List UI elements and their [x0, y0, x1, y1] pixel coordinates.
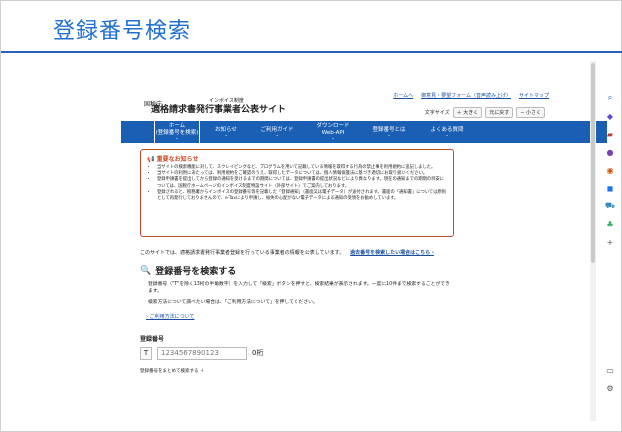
tree-icon[interactable]: ♣ [600, 215, 620, 233]
briefcase-icon[interactable]: ▰ [600, 125, 620, 143]
browser-viewport: 国税庁 インボイス制度 適格請求書発行事業者公表サイト ホームへ 御意見・要望フ… [91, 61, 621, 421]
bulk-search-toggle[interactable]: 登録番号をまとめて検索する ＋ [140, 368, 454, 374]
add-icon[interactable]: + [600, 233, 620, 251]
feedback-link[interactable]: 御意見・要望フォーム（音声読み上げ） [421, 92, 511, 99]
search-help-text: 検索方法について調べたい場合は、「ご利用方法について」を押してください。 [148, 300, 318, 306]
nav-faq[interactable]: よくある質問 ⌄ [419, 121, 475, 143]
usage-link[interactable]: › ご利用方法について [140, 313, 454, 320]
top-links: ホームへ 御意見・要望フォーム（音声読み上げ） サイトマップ [393, 92, 549, 99]
digit-count: 0桁 [252, 349, 264, 358]
outlook-icon[interactable]: ◼ [600, 179, 620, 197]
tag-icon[interactable]: ◆ [600, 107, 620, 125]
nav-home[interactable]: ホーム (登録番号を検索) ⌄ [154, 121, 200, 143]
font-bigger-button[interactable]: ＋ 大きく [452, 107, 483, 118]
cart-icon[interactable]: ⛟ [600, 197, 620, 215]
chevron-down-icon: ⌄ [445, 131, 449, 137]
layout-icon[interactable]: ▭ [600, 361, 620, 379]
font-smaller-button[interactable]: − 小さく [516, 107, 545, 118]
main-nav: ホーム (登録番号を検索) ⌄ お知らせ ⌄ ご利用ガイド ⌄ ダウンロード W… [121, 121, 607, 143]
notice-item: 登録申請書を提出してから登録の通知を受けるまでの期間については、登録申請書の提出… [157, 177, 447, 189]
people-icon[interactable]: ● [600, 143, 620, 161]
search-heading: 🔍 登録番号を検索する [140, 264, 454, 278]
notice-title-text: 重要なお知らせ [156, 156, 199, 163]
nav-about-number[interactable]: 登録番号とは ⌄ [363, 121, 415, 143]
chevron-down-icon: ⌄ [387, 131, 391, 137]
page-scrollbar[interactable] [590, 61, 596, 421]
search-icon: 🔍 [140, 265, 152, 276]
search-heading-text: 登録番号を検索する [155, 267, 237, 277]
notice-title: 📢 重要なお知らせ [147, 154, 447, 163]
font-reset-button[interactable]: 元に戻す [485, 107, 514, 118]
scrollbar-thumb[interactable] [591, 63, 595, 263]
megaphone-icon: 📢 [147, 156, 155, 163]
intro-row: このサイトでは、適格請求書発行事業者登録を行っている事業者の情報を公表しています… [140, 249, 454, 256]
gear-icon[interactable]: ⚙ [600, 379, 620, 397]
slide-title: 登録番号検索 [53, 19, 192, 44]
nav-news[interactable]: お知らせ ⌄ [204, 121, 248, 143]
search-icon[interactable]: ⌕ [600, 89, 620, 107]
side-toolbar: ⌕ ◆ ▰ ● ◉ ◼ ⛟ ♣ + ▭ ⚙ [600, 89, 620, 409]
title-divider [1, 51, 622, 53]
past-number-link[interactable]: 過去番号を検索したい場合はこちら › [350, 249, 434, 256]
font-size-label: 文字サイズ [424, 110, 450, 116]
t-prefix: T [140, 346, 152, 360]
intro-text: このサイトでは、適格請求書発行事業者登録を行っている事業者の情報を公表しています… [140, 250, 345, 256]
usage-link-text: ご利用方法について [149, 313, 195, 320]
chevron-down-icon: ⌄ [331, 135, 335, 141]
notice-item: 登録されると、税務署からインボイスの登録番号等を記載した「登録通知」（書面又は電… [157, 190, 447, 202]
important-notice: 📢 重要なお知らせ 当サイトの検索機能に対して、スクレイピングなど、プログラムを… [140, 149, 454, 237]
font-size-control: 文字サイズ ＋ 大きく 元に戻す − 小さく [425, 107, 545, 118]
site-title[interactable]: 適格請求書発行事業者公表サイト [151, 102, 286, 115]
search-description: 登録番号（"T"を除く13桁の半角数字）を入力して「検索」ボタンを押すと、検索結… [148, 282, 450, 295]
nav-download[interactable]: ダウンロード Web-API ⌄ [307, 121, 359, 143]
sitemap-link[interactable]: サイトマップ [519, 92, 549, 99]
slide: 登録番号検索 国税庁 インボイス制度 適格請求書発行事業者公表サイト ホームへ … [0, 0, 622, 432]
registration-number-label: 登録番号 [140, 335, 165, 343]
chevron-down-icon: ⌄ [175, 135, 179, 141]
home-link[interactable]: ホームへ [393, 92, 413, 99]
nav-guide[interactable]: ご利用ガイド ⌄ [251, 121, 303, 143]
main-content: このサイトでは、適格請求書発行事業者登録を行っている事業者の情報を公表しています… [140, 249, 454, 374]
office-icon[interactable]: ◉ [600, 161, 620, 179]
registration-number-row: T 1234567890123 0桁 [140, 346, 454, 360]
registration-number-input[interactable]: 1234567890123 [157, 346, 247, 360]
chevron-down-icon: ⌄ [275, 131, 279, 137]
chevron-down-icon: ⌄ [224, 131, 228, 137]
